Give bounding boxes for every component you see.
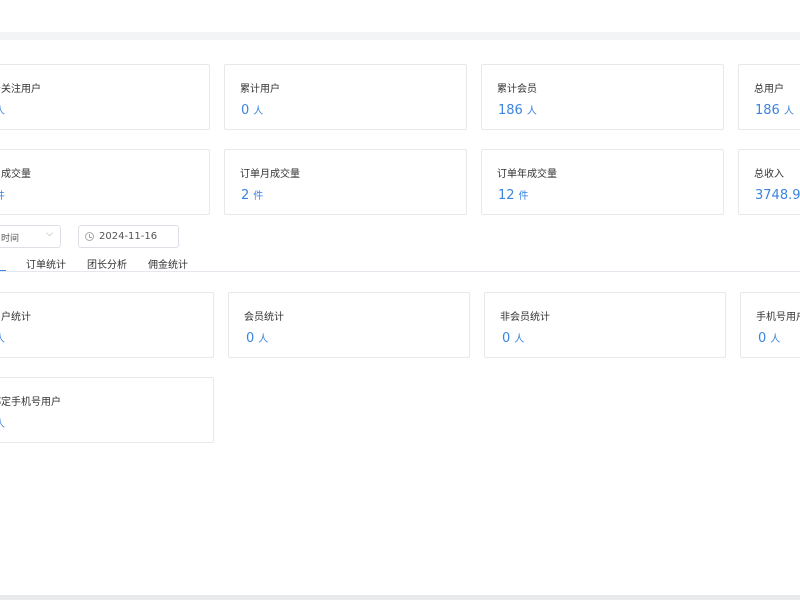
summary-card-yearly-order-volume: 订单年成交量 12 件 xyxy=(481,149,724,215)
card-value-number: 0 xyxy=(241,103,250,118)
card-value: 3748.96 xyxy=(755,184,800,203)
card-title: 订单年成交量 xyxy=(497,169,557,180)
card-title: 会员统计 xyxy=(244,312,284,323)
stats-card-non-member-stats: 非会员统计 0人 xyxy=(484,292,726,358)
clock-icon xyxy=(85,232,94,241)
tab-order-stats[interactable]: 订单统计 xyxy=(26,256,66,271)
chevron-down-icon: ⌵ xyxy=(46,229,53,239)
card-value: 0人 xyxy=(502,327,524,346)
card-value-unit: 件 xyxy=(0,191,5,202)
card-title: 累计用户 xyxy=(240,84,280,95)
card-value-unit: 件 xyxy=(253,191,264,202)
card-value-unit: 件 xyxy=(518,191,529,202)
card-title: 用户统计 xyxy=(0,312,31,323)
card-value: 人 xyxy=(0,327,5,346)
card-value: 2件 xyxy=(241,184,263,203)
card-title: 总收入 xyxy=(754,169,784,180)
card-value-unit: 人 xyxy=(0,106,5,117)
stats-card-user-stats: 用户统计 人 xyxy=(0,292,214,358)
card-value-unit: 人 xyxy=(253,106,264,117)
time-range-select-value: 时间 xyxy=(1,234,20,244)
stats-card-bound-phone-users: 绑定手机号用户 人 xyxy=(0,377,214,443)
card-value-unit: 人 xyxy=(258,334,269,345)
summary-card-monthly-order-volume: 订单月成交量 2件 xyxy=(224,149,467,215)
card-value: 0人 xyxy=(241,99,263,118)
stats-card-member-stats: 会员统计 0人 xyxy=(228,292,470,358)
card-value-unit: 人 xyxy=(783,106,794,117)
card-title: 日成交量 xyxy=(0,169,31,180)
card-value-unit: 人 xyxy=(526,106,537,117)
card-value-number: 0 xyxy=(502,331,511,346)
card-value-unit: 人 xyxy=(0,419,5,430)
summary-card-follow-users: 号关注用户 人 xyxy=(0,64,210,130)
card-value-unit: 人 xyxy=(514,334,525,345)
stats-card-phone-users: 手机号用户 0人 xyxy=(740,292,800,358)
time-range-select[interactable]: 时间 ⌵ xyxy=(0,225,61,248)
card-title: 总用户 xyxy=(754,84,784,95)
card-value: 12 件 xyxy=(498,184,529,203)
card-value-number: 0 xyxy=(758,331,767,346)
card-value: 件 xyxy=(0,184,5,203)
top-bar xyxy=(0,0,800,32)
summary-card-cumulative-members: 累计会员 186 人 xyxy=(481,64,724,130)
card-value-number: 0 xyxy=(246,331,255,346)
card-title: 订单月成交量 xyxy=(240,169,300,180)
card-title: 非会员统计 xyxy=(500,312,550,323)
card-value-number: 3748.96 xyxy=(755,188,800,203)
card-value-number: 186 xyxy=(498,103,523,118)
date-picker-value: 2024-11-16 xyxy=(99,231,158,242)
card-value: 186 人 xyxy=(498,99,537,118)
tab-commission-stats[interactable]: 佣金统计 xyxy=(148,256,188,271)
card-value: 人 xyxy=(0,99,5,118)
card-value-unit: 人 xyxy=(0,334,5,345)
card-value-number: 2 xyxy=(241,188,250,203)
summary-card-total-users: 总用户 186 人 xyxy=(738,64,800,130)
date-picker[interactable]: 2024-11-16 xyxy=(78,225,179,248)
stats-tabs: 订单统计 团长分析 佣金统计 xyxy=(0,252,800,272)
card-title: 绑定手机号用户 xyxy=(0,397,61,408)
summary-card-daily-volume: 日成交量 件 xyxy=(0,149,210,215)
card-value: 人 xyxy=(0,412,5,431)
card-value-number: 186 xyxy=(755,103,780,118)
card-value-number: 12 xyxy=(498,188,515,203)
card-value: 186 人 xyxy=(755,99,794,118)
summary-card-total-income: 总收入 3748.96 xyxy=(738,149,800,215)
card-value: 0人 xyxy=(246,327,268,346)
bottom-scrollbar[interactable] xyxy=(0,595,800,600)
card-value: 0人 xyxy=(758,327,780,346)
tab-leader-analysis[interactable]: 团长分析 xyxy=(87,256,127,271)
card-title: 手机号用户 xyxy=(756,312,800,323)
tabs-divider xyxy=(0,271,800,272)
summary-card-total-users-cumulative: 累计用户 0人 xyxy=(224,64,467,130)
card-title: 累计会员 xyxy=(497,84,537,95)
card-value-unit: 人 xyxy=(770,334,781,345)
card-title: 号关注用户 xyxy=(0,84,41,95)
